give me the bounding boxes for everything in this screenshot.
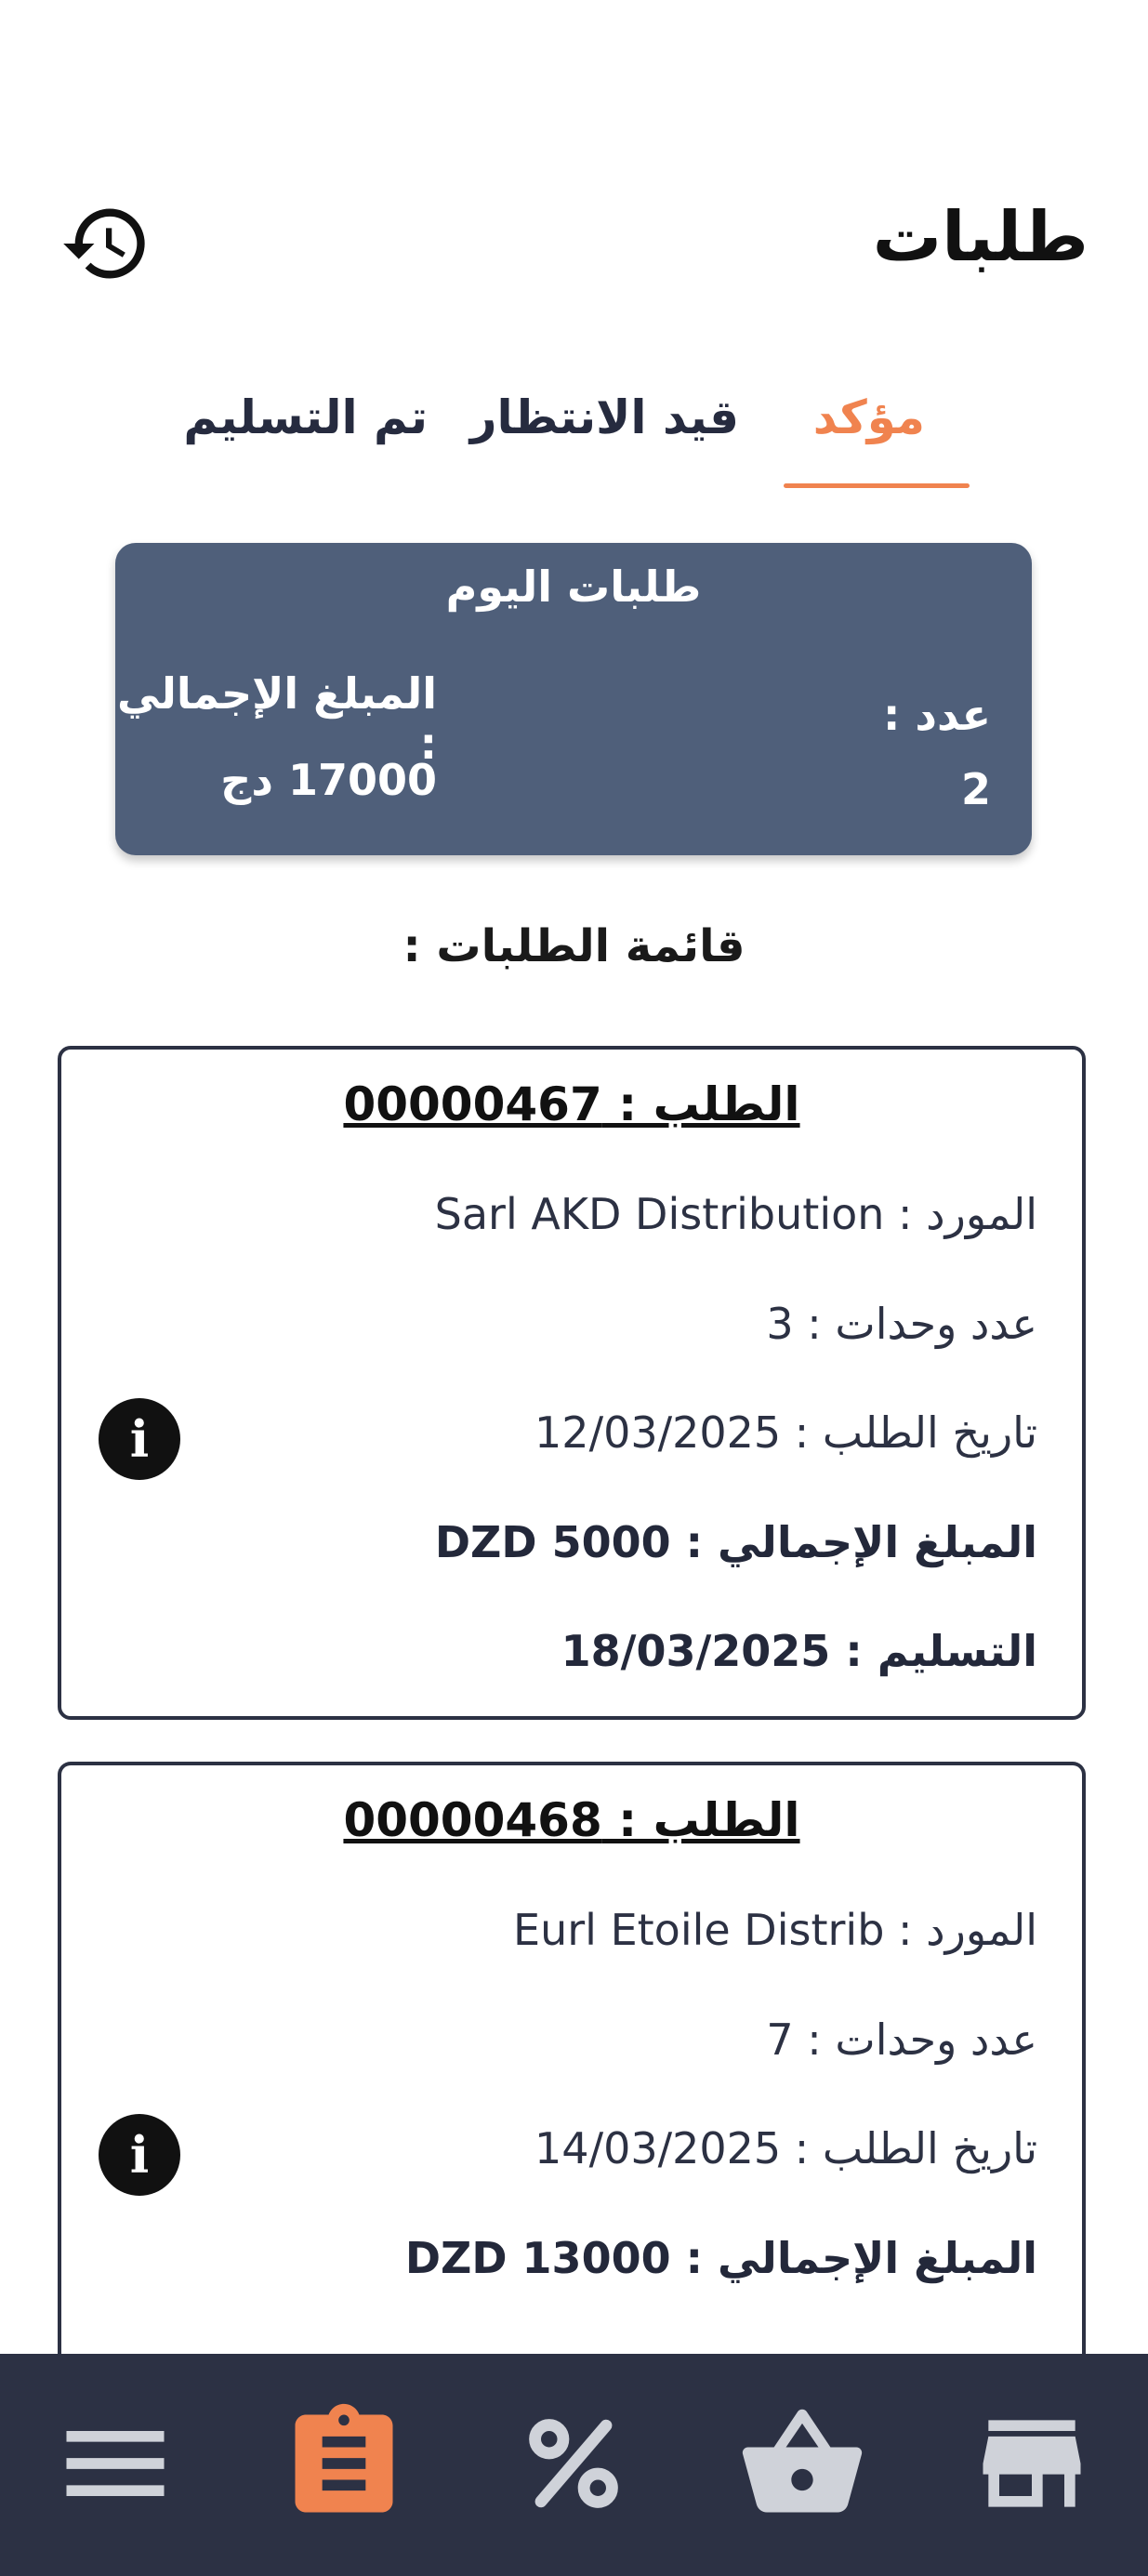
bottom-navigation — [0, 2354, 1148, 2576]
tab-confirmed[interactable]: مؤكد — [813, 390, 925, 444]
order-units: عدد وحدات : 3 — [766, 1299, 1037, 1349]
order-info-button[interactable]: i — [99, 1398, 180, 1480]
count-value: 2 — [960, 764, 991, 814]
order-number: الطلب : 00000467 — [343, 1077, 800, 1131]
menu-icon — [66, 2431, 165, 2496]
order-number: الطلب : 00000468 — [343, 1793, 800, 1847]
count-label: عدد : — [882, 690, 991, 740]
order-supplier: المورد : Eurl Etoile Distrib — [513, 1905, 1037, 1955]
order-date: تاريخ الطلب : 14/03/2025 — [534, 2123, 1037, 2173]
tab-delivered[interactable]: تم التسليم — [183, 390, 428, 444]
summary-title: طلبات اليوم — [445, 561, 702, 612]
percent-icon — [529, 2419, 618, 2508]
order-supplier: المورد : Sarl AKD Distribution — [434, 1189, 1037, 1239]
nav-orders[interactable] — [279, 2398, 409, 2529]
tab-pending[interactable]: قيد الانتظار — [470, 390, 739, 444]
order-info-button[interactable]: i — [99, 2114, 180, 2196]
total-amount-value: 17000 دج — [220, 755, 437, 805]
total-amount-label: المبلغ الإجمالي : — [117, 668, 437, 769]
nav-store[interactable] — [967, 2398, 1097, 2529]
order-total: المبلغ الإجمالي : DZD 5000 — [434, 1517, 1037, 1567]
order-total: المبلغ الإجمالي : DZD 13000 — [404, 2233, 1037, 2283]
orders-list-heading: قائمة الطلبات : — [402, 920, 746, 972]
order-units: عدد وحدات : 7 — [766, 2015, 1037, 2065]
nav-cart[interactable] — [737, 2398, 867, 2529]
order-date: تاريخ الطلب : 12/03/2025 — [534, 1407, 1037, 1458]
clipboard-icon — [295, 2403, 393, 2513]
nav-discounts[interactable] — [508, 2398, 639, 2529]
history-button[interactable] — [59, 197, 152, 290]
active-tab-indicator — [784, 483, 970, 488]
history-icon — [63, 208, 145, 279]
info-icon: i — [129, 2125, 150, 2185]
store-icon — [983, 2420, 1081, 2507]
order-card[interactable]: الطلب : 00000467 المورد : Sarl AKD Distr… — [58, 1046, 1086, 1720]
nav-menu[interactable] — [50, 2398, 180, 2529]
page-title: طلبات — [872, 197, 1089, 277]
basket-icon — [742, 2409, 863, 2513]
today-orders-summary: طلبات اليوم عدد : 2 المبلغ الإجمالي : 17… — [115, 543, 1032, 855]
info-icon: i — [129, 1409, 150, 1469]
order-delivery-date: التسليم : 18/03/2025 — [561, 1626, 1037, 1676]
